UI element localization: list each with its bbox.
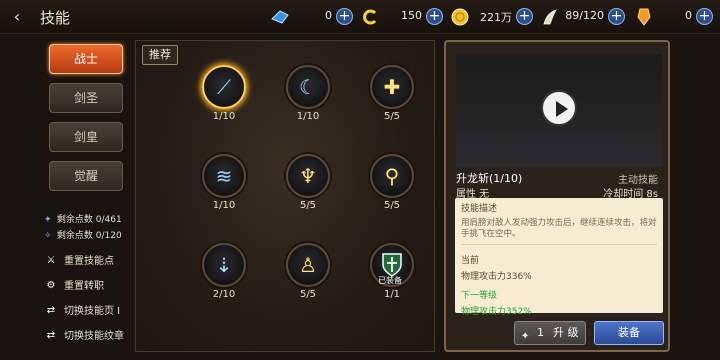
reset-class-button[interactable]: ⚙ 重置转职 [44, 277, 124, 297]
resource-gold: 221万 + [450, 7, 536, 27]
upgrade-cost: 1 [537, 326, 544, 339]
awaken-point-icon: ✧ [44, 231, 52, 241]
current-level-value: 物理攻击力336% [461, 272, 532, 282]
skill-name: 升龙斩(1/10) [456, 172, 523, 185]
skill-preview-video[interactable] [456, 54, 662, 167]
add-gem-button[interactable]: + [696, 8, 713, 25]
ground-impact-icon: ⇣ [215, 253, 233, 277]
equip-button[interactable]: 装备 [594, 321, 664, 345]
skill-slot-4[interactable]: ≋ [202, 154, 246, 198]
crescent-blade-icon: ☾ [299, 75, 317, 99]
top-bar: ‹ 技能 0 + 150 + 221万 + 89/120 + 0 + [0, 0, 720, 34]
skill-type: 主动技能 [618, 175, 658, 186]
switch-skill-emblem-button[interactable]: ⇄ 切换技能纹章 [44, 327, 124, 347]
rising-sword-icon: ✚ [383, 75, 401, 99]
tab-warrior[interactable]: 战士 [49, 44, 123, 74]
add-swirl-button[interactable]: + [426, 8, 443, 25]
resource-swirl: 150 + [360, 7, 446, 27]
leap-figure-icon: ♙ [299, 253, 317, 277]
orange-gem-icon [637, 8, 651, 26]
skill-slot-7[interactable]: ⇣ [202, 243, 246, 287]
power-figure-icon: ♆ [299, 164, 317, 188]
equipped-badge: 已装备 [378, 276, 402, 285]
back-arrow-icon[interactable]: ‹ [8, 8, 26, 26]
resource-gem: 0 + [634, 7, 714, 27]
swap-arrows-icon: ⇄ [46, 305, 56, 316]
add-crystal-button[interactable]: + [336, 8, 353, 25]
skill-slot-9[interactable]: 已装备 [370, 243, 414, 287]
play-icon[interactable] [541, 90, 577, 126]
skill-level-6: 5/5 [383, 200, 401, 211]
points-remaining-1: ✦ 剩余点数 0/461 [44, 215, 122, 225]
skill-level-4: 1/10 [212, 200, 236, 211]
yellow-swirl-icon [363, 9, 377, 25]
tab-awakening[interactable]: 觉醒 [49, 161, 123, 191]
description-heading: 技能描述 [461, 204, 498, 214]
next-level-heading: 下一等级 [461, 291, 498, 301]
wave-strike-icon: ≋ [215, 164, 233, 188]
upgrade-button[interactable]: ✦ 1 升 级 [514, 321, 586, 345]
next-level-value: 物理攻击力352% [461, 307, 532, 317]
wing-feather-icon [543, 9, 557, 25]
add-gold-button[interactable]: + [516, 8, 533, 25]
tab-sword-emperor[interactable]: 剑皇 [49, 122, 123, 152]
resource-stamina: 89/120 + [540, 7, 628, 27]
skill-slot-5[interactable]: ♆ [286, 154, 330, 198]
skill-slot-2[interactable]: ☾ [286, 65, 330, 109]
recommend-button[interactable]: 推荐 [142, 45, 178, 65]
skill-slot-8[interactable]: ♙ [286, 243, 330, 287]
current-level-heading: 当前 [461, 256, 480, 266]
skill-level-5: 5/5 [299, 200, 317, 211]
skill-point-icon: ✦ [521, 331, 530, 342]
blue-crystal-icon [271, 10, 289, 24]
skill-level-8: 5/5 [299, 289, 317, 300]
points-remaining-2: ✧ 剩余点数 0/120 [44, 231, 122, 241]
skill-slot-3[interactable]: ✚ [370, 65, 414, 109]
gear-reset-icon: ⚙ [46, 280, 56, 291]
skill-level-7: 2/10 [212, 289, 236, 300]
skill-slot-6[interactable]: ⚲ [370, 154, 414, 198]
skill-tree-panel: 推荐 ⟋ 1/10 ☾ 1/10 ✚ 5/5 ≋ 1/10 ♆ 5/5 ⚲ 5/… [135, 40, 435, 352]
swap-arrows-icon: ⇄ [46, 330, 56, 341]
skill-level-1: 1/10 [212, 111, 236, 122]
dash-slash-icon: ⟋ [217, 75, 231, 99]
add-stamina-button[interactable]: + [608, 8, 625, 25]
skill-level-9: 1/1 [383, 289, 401, 300]
skill-level-3: 5/5 [383, 111, 401, 122]
reset-skill-points-button[interactable]: ⚔ 重置技能点 [44, 252, 124, 272]
skill-point-icon: ✦ [44, 215, 52, 225]
tab-sword-saint[interactable]: 剑圣 [49, 83, 123, 113]
gold-coin-icon [451, 8, 469, 26]
divider [461, 244, 657, 245]
skill-detail-panel: 升龙斩(1/10) 主动技能 属性 无 冷却时间 8s 技能描述 用肩膀对敌人发… [444, 40, 670, 352]
description-text: 用肩膀对敌人发动强力攻击后，继续连续攻击，将对手挑飞在空中。 [461, 218, 657, 239]
switch-skill-page-button[interactable]: ⇄ 切换技能页 I [44, 302, 124, 322]
skill-level-2: 1/10 [296, 111, 320, 122]
resource-crystal: 0 + [270, 7, 356, 27]
skill-slot-1[interactable]: ⟋ [202, 65, 246, 109]
page-title: 技能 [40, 9, 71, 27]
skill-description-box: 技能描述 用肩膀对敌人发动强力攻击后，继续连续攻击，将对手挑飞在空中。 当前 物… [455, 198, 663, 317]
upgrade-label: 升 级 [553, 326, 579, 339]
sword-reset-icon: ⚔ [46, 255, 56, 266]
kneel-strike-icon: ⚲ [384, 164, 400, 188]
